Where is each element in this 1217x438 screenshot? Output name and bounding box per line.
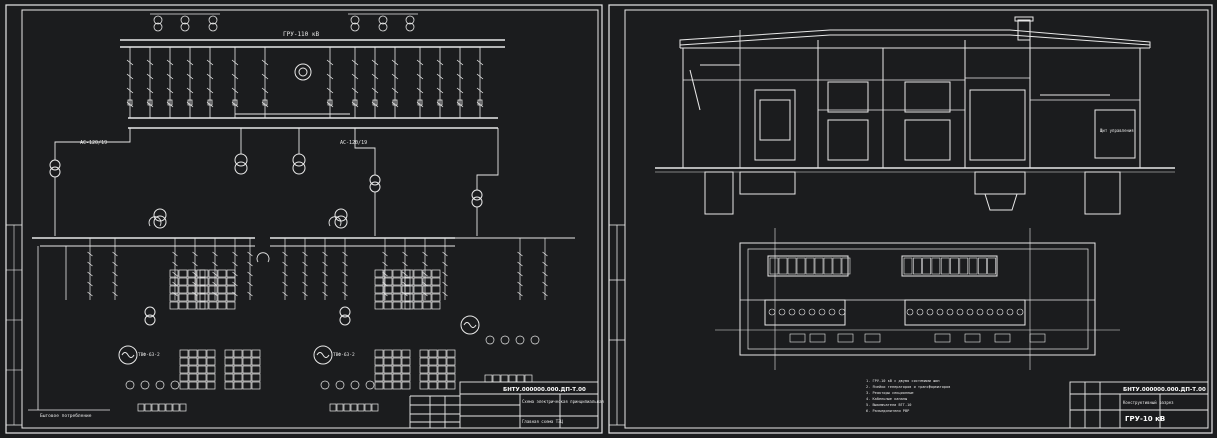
sheet-left: ГРУ-110 кВ АС-120/19 АС-120/19 ТВФ-63-2 … [5, 4, 604, 434]
stamp-sub-left: Главная схема ТЭЦ [522, 419, 564, 424]
reactors [148, 216, 342, 263]
note-5: 5. Выключатели ВГГ-10 [866, 403, 911, 407]
stamp-code-left: БНТУ.000000.000.ДП-Т.00 [503, 387, 586, 393]
auxiliary-feeder [28, 246, 110, 411]
stamp-title-left: Схема электрическая принципиальная [522, 399, 604, 404]
top-transformers [150, 13, 418, 32]
binding-strip-left [5, 224, 23, 426]
sheet-left-outer-frame [5, 4, 603, 434]
plan-view [715, 228, 1120, 370]
building-section [655, 16, 1175, 215]
label-ac-right: АС-120/19 [340, 140, 367, 146]
note-3: 3. Реакторы секционные [866, 391, 914, 395]
tie-lines [54, 128, 499, 236]
sheet-left-inner-frame [21, 9, 599, 429]
note-1: 1. ГРУ-10 кВ с двумя системами шин [866, 379, 940, 383]
stamp-code-right: БНТУ.000000.000.ДП-Т.00 [1123, 387, 1206, 393]
busbar-10kv [32, 237, 575, 247]
busbar-110kv [120, 39, 505, 129]
sheet-right-outer-frame [608, 4, 1213, 434]
bottom-note: Бытовое потребление [40, 412, 92, 419]
sheet-right: Щит управления 1. ГРУ-10 кВ с двумя сист… [608, 4, 1213, 434]
note-4: 4. Кабельные каналы [866, 396, 907, 401]
notes: 1. ГРУ-10 кВ с двумя системами шин 2. Яч… [866, 379, 950, 413]
cad-drawing-viewport: ГРУ-110 кВ АС-120/19 АС-120/19 ТВФ-63-2 … [0, 0, 1217, 438]
note-2: 2. Ячейки генераторов и трансформаторов [866, 385, 950, 389]
binding-strip-right [608, 224, 626, 426]
drawing-canvas: ГРУ-110 кВ АС-120/19 АС-120/19 ТВФ-63-2 … [5, 4, 1213, 434]
generator-label-left: ТВФ-63-2 [138, 352, 160, 358]
feeders-110kv [126, 47, 484, 118]
generator-label-right: ТВФ-63-2 [333, 352, 355, 358]
stamp-sub-right: Конструктивный разрез [1123, 400, 1174, 405]
note-6: 6. Разъединители РВР [866, 409, 909, 413]
sheet-right-inner-frame [624, 9, 1209, 429]
instrument-panels [125, 269, 540, 412]
bus-label-top: ГРУ-110 кВ [283, 31, 320, 38]
label-ac-left: АС-120/19 [80, 140, 107, 146]
generators [118, 306, 480, 365]
stamp-title-right: ГРУ-10 кВ [1125, 415, 1165, 423]
feeders-10kv [87, 238, 548, 300]
room-label: Щит управления [1100, 128, 1134, 133]
